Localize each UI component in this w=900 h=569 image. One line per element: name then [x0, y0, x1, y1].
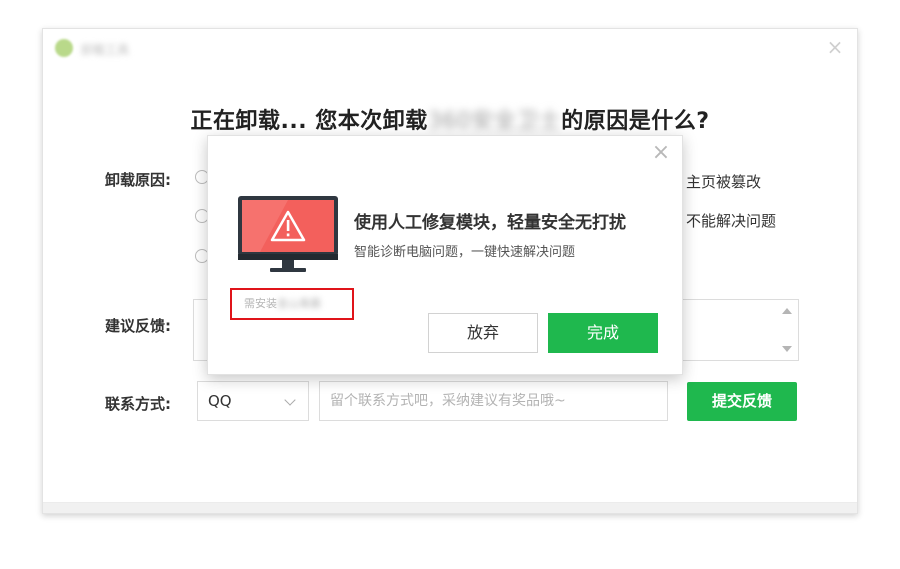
submit-feedback-button[interactable]: 提交反馈 [687, 382, 797, 421]
install-note-blurred: 金山毒霸 [277, 297, 321, 310]
contact-input[interactable]: 留个联系方式吧，采纳建议有奖品哦~ [319, 381, 668, 421]
done-button[interactable]: 完成 [548, 313, 658, 353]
chevron-down-icon [284, 394, 296, 406]
warning-monitor-icon [238, 196, 338, 272]
window-footer [43, 502, 857, 513]
reason-option-homepage[interactable]: 主页被篡改 [686, 171, 761, 192]
reason-option-not-solved[interactable]: 不能解决问题 [686, 210, 776, 231]
scroll-up-icon[interactable] [782, 308, 792, 314]
dialog-close-icon[interactable]: × [650, 142, 672, 164]
reason-label: 卸载原因: [105, 171, 171, 189]
install-requirement-note: 需安装金山毒霸 [230, 288, 354, 320]
app-name: 卸载工具 [81, 43, 130, 57]
install-note-prefix: 需安装 [244, 297, 277, 310]
feedback-label: 建议反馈: [105, 317, 171, 335]
contact-label: 联系方式: [105, 395, 171, 413]
contact-type-value: QQ [208, 392, 232, 410]
page-title: 正在卸载... 您本次卸载360安全卫士的原因是什么? [43, 103, 857, 135]
dialog-title: 使用人工修复模块，轻量安全无打扰 [354, 213, 626, 233]
window-close-icon[interactable]: × [825, 37, 845, 57]
app-logo-icon [55, 39, 73, 57]
contact-type-select[interactable]: QQ [197, 381, 309, 421]
scroll-down-icon[interactable] [782, 346, 792, 352]
title-product-blurred: 360安全卫士 [427, 109, 562, 134]
abandon-button[interactable]: 放弃 [428, 313, 538, 353]
title-suffix: 的原因是什么? [561, 109, 710, 134]
dialog-subtitle: 智能诊断电脑问题，一键快速解决问题 [354, 245, 576, 260]
title-prefix: 正在卸载... 您本次卸载 [190, 109, 428, 134]
repair-module-dialog: × 使用人工修复模块，轻量安全无打扰 智能诊断电脑问题，一键快速解决问题 需安装… [207, 135, 683, 375]
